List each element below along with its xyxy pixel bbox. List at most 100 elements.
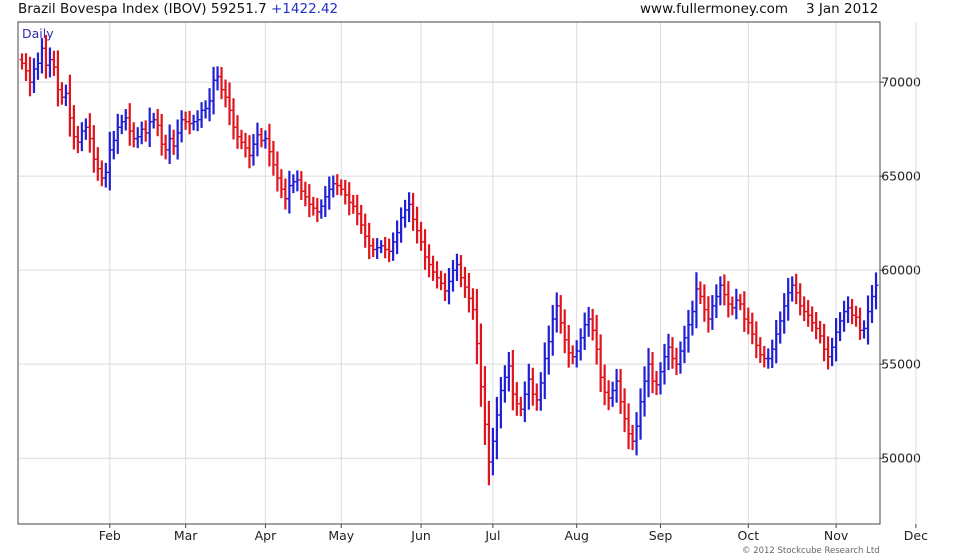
- price-bar: [853, 305, 859, 327]
- price-bar: [87, 113, 93, 153]
- price-bar: [258, 127, 264, 148]
- price-bar: [741, 291, 747, 332]
- price-bar: [729, 296, 735, 316]
- price-bar: [749, 312, 755, 345]
- price-bar: [71, 105, 77, 150]
- price-bar: [143, 120, 149, 142]
- price-bar: [179, 110, 185, 143]
- x-tick-label: Feb: [99, 528, 121, 543]
- price-bar: [506, 351, 512, 392]
- price-bar: [598, 334, 604, 393]
- price-bar: [43, 34, 49, 79]
- x-tick-label: Mar: [174, 528, 198, 543]
- price-bar: [797, 283, 803, 316]
- price-bar: [570, 345, 576, 365]
- price-bar: [837, 312, 843, 342]
- price-bar: [322, 186, 328, 218]
- price-bar: [199, 102, 205, 128]
- price-bar: [454, 253, 460, 281]
- price-bar: [550, 304, 556, 356]
- price-bar: [845, 296, 851, 324]
- price-bar: [306, 184, 312, 218]
- price-bar: [59, 82, 65, 105]
- copyright-notice: © 2012 Stockcube Research Ltd: [742, 546, 880, 556]
- price-bar: [817, 320, 823, 344]
- price-bar: [187, 110, 193, 135]
- price-bar: [135, 127, 141, 149]
- price-bar: [83, 118, 89, 140]
- price-bar: [833, 318, 839, 362]
- price-bar: [725, 281, 731, 318]
- price-bar: [558, 295, 564, 334]
- price-bar: [801, 296, 807, 322]
- price-bar: [414, 206, 420, 244]
- price-bar: [250, 134, 256, 166]
- price-bar: [358, 204, 364, 234]
- price-bar: [338, 179, 344, 196]
- price-bar: [530, 367, 536, 406]
- price-bar: [318, 199, 324, 219]
- x-tick-label: Jun: [410, 528, 431, 543]
- price-bar: [865, 295, 871, 345]
- price-bar: [538, 372, 544, 411]
- price-bar: [857, 307, 863, 340]
- price-bar: [462, 266, 468, 298]
- price-bar: [286, 170, 292, 214]
- price-bar: [127, 103, 133, 146]
- price-bar: [430, 255, 436, 281]
- price-bar: [438, 270, 444, 291]
- price-bar: [398, 207, 404, 243]
- price-bar: [231, 98, 237, 140]
- price-bar: [510, 349, 516, 411]
- price-bar: [446, 268, 452, 305]
- price-bar: [650, 352, 656, 394]
- price-bar: [79, 122, 85, 152]
- price-bar: [805, 300, 811, 327]
- price-bar: [254, 122, 260, 157]
- price-bar: [873, 272, 879, 310]
- price-bar: [681, 325, 687, 364]
- price-bar: [554, 292, 560, 333]
- price-bar: [582, 312, 588, 350]
- price-bar: [606, 380, 612, 411]
- price-bar: [163, 134, 169, 160]
- price-bar: [67, 74, 73, 137]
- y-tick-label: 50000: [881, 451, 921, 466]
- price-bar: [119, 114, 125, 135]
- price-bar: [402, 199, 408, 228]
- price-bar: [151, 112, 157, 129]
- price-bar: [494, 396, 500, 460]
- price-bar: [354, 194, 360, 226]
- price-bar: [522, 381, 528, 423]
- price-bar: [298, 171, 304, 201]
- price-bar: [658, 362, 664, 395]
- price-bar: [474, 288, 480, 365]
- price-bar: [693, 272, 699, 329]
- price-bar: [821, 323, 827, 362]
- price-bar: [386, 238, 392, 263]
- price-bar: [594, 314, 600, 365]
- x-tick-label: Jul: [484, 528, 500, 543]
- price-bar: [31, 58, 37, 93]
- price-bar: [701, 284, 707, 322]
- price-bar: [785, 277, 791, 321]
- x-tick-label: Apr: [255, 528, 277, 543]
- price-bar: [813, 312, 819, 340]
- price-bar: [526, 363, 532, 410]
- price-bar: [602, 364, 608, 406]
- price-bar: [238, 129, 244, 150]
- price-bar: [63, 84, 69, 107]
- price-bar: [793, 273, 799, 305]
- price-bar: [374, 238, 380, 259]
- price-bar: [390, 232, 396, 261]
- price-bar: [498, 377, 504, 429]
- price-bar: [410, 192, 416, 231]
- price-bar: [394, 220, 400, 255]
- price-bar: [75, 125, 81, 154]
- price-bar: [566, 324, 572, 368]
- price-bar: [869, 285, 875, 324]
- period-label: Daily: [22, 26, 54, 41]
- price-bar: [713, 284, 719, 319]
- y-tick-label: 65000: [881, 169, 921, 184]
- price-bar: [841, 300, 847, 332]
